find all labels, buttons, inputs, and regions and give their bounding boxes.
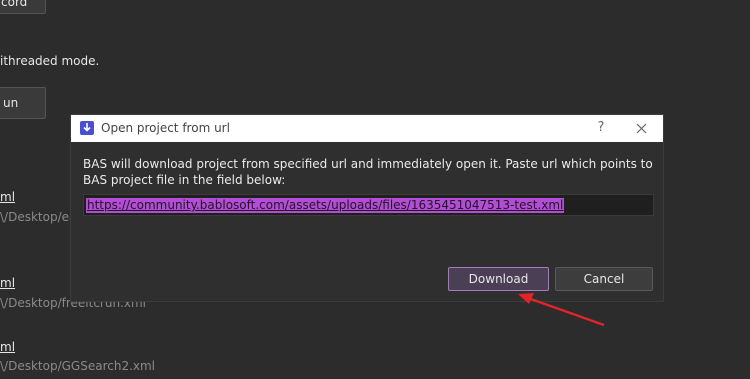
cancel-button[interactable]: Cancel [555, 267, 653, 291]
help-button[interactable]: ? [592, 119, 610, 137]
download-button[interactable]: Download [448, 267, 549, 291]
close-icon [636, 123, 647, 134]
open-project-dialog: Open project from url ? BAS will downloa… [70, 114, 664, 302]
dialog-titlebar[interactable]: Open project from url ? [71, 115, 663, 142]
file-path-1: \/Desktop/ea [0, 210, 77, 224]
download-icon [80, 121, 94, 135]
close-button[interactable] [631, 119, 653, 139]
multithread-text: ithreaded mode. [0, 54, 100, 68]
file-path-3: \/Desktop/GGSearch2.xml [0, 359, 156, 373]
dialog-description: BAS will download project from specified… [83, 157, 653, 187]
file-name-1[interactable]: ml [0, 190, 15, 204]
url-input[interactable]: https://community.bablosoft.com/assets/u… [83, 194, 654, 216]
file-name-3[interactable]: ml [0, 340, 15, 354]
url-input-value: https://community.bablosoft.com/assets/u… [86, 198, 565, 213]
file-name-2[interactable]: ml [0, 276, 15, 290]
background-top-button[interactable]: cord [0, 0, 46, 14]
background-run-button[interactable]: un [0, 87, 46, 119]
dialog-title: Open project from url [101, 121, 230, 135]
